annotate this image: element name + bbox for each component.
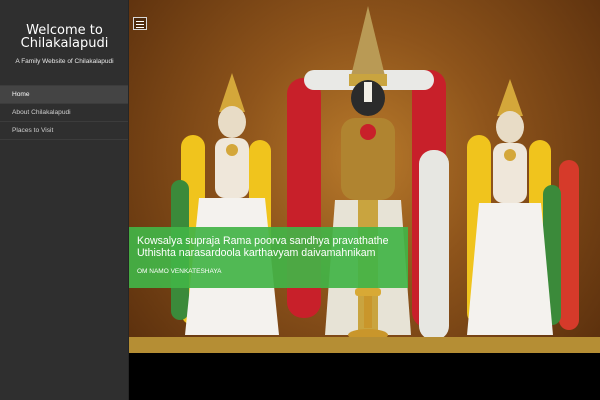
main-navigation: Home About Chilakalapudi Places to Visit <box>0 85 129 140</box>
slider-caption: Kowsalya supraja Rama poorva sandhya pra… <box>129 227 408 288</box>
caption-line-1: Kowsalya supraja Rama poorva sandhya pra… <box>137 235 389 247</box>
sidebar: Welcome to Chilakalapudi A Family Websit… <box>0 0 129 400</box>
hero-floor <box>129 337 600 353</box>
site-title[interactable]: Welcome to Chilakalapudi <box>0 0 129 50</box>
caption-title: Kowsalya supraja Rama poorva sandhya pra… <box>137 235 402 259</box>
nav-item-about[interactable]: About Chilakalapudi <box>0 104 129 122</box>
hero-bottom-bar <box>129 353 600 400</box>
site-title-line2[interactable]: Chilakalapudi <box>0 37 129 50</box>
nav-item-home[interactable]: Home <box>0 86 129 104</box>
site-description: A Family Website of Chilakalapudi <box>15 58 114 65</box>
deities-illustration <box>129 6 600 353</box>
hero-slider-image <box>129 0 600 353</box>
left-deity <box>185 73 279 335</box>
hamburger-icon <box>136 20 144 22</box>
right-deity <box>467 79 553 335</box>
menu-toggle-button[interactable] <box>133 17 147 30</box>
caption-subtitle: OM NAMO VENKATESHAYA <box>137 268 222 275</box>
nav-item-places[interactable]: Places to Visit <box>0 122 129 140</box>
caption-line-2: Uthishta narasardoola karthavyam daivama… <box>137 247 376 259</box>
hamburger-icon-bar <box>136 26 144 28</box>
hamburger-icon-bar <box>136 23 144 25</box>
